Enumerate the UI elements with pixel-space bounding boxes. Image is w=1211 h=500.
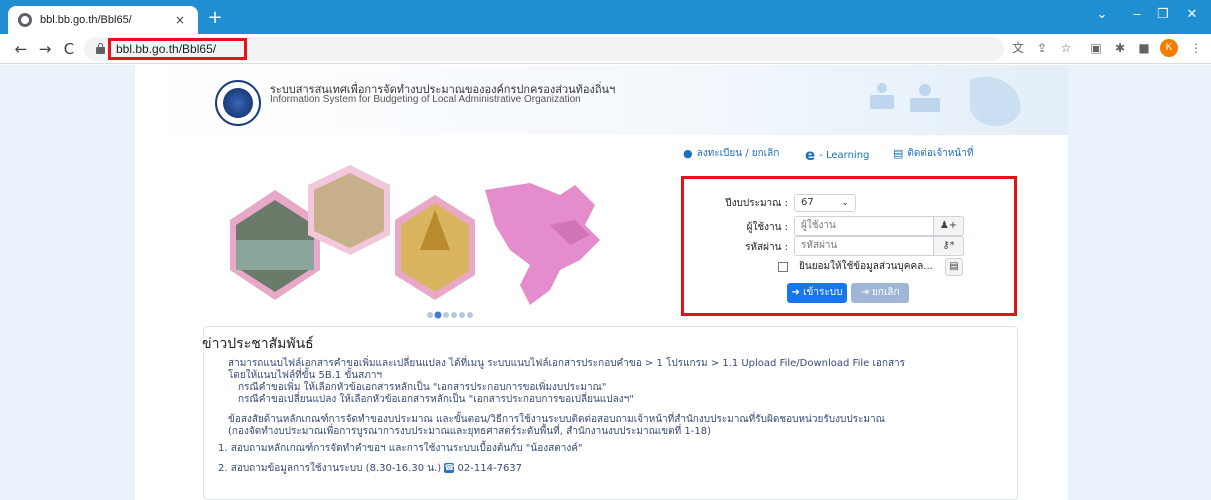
browser-tab-bar: bbl.bb.go.th/Bbl65/ × + ⌄ – ❐ ✕ <box>0 0 1211 34</box>
news-line: (กองจัดทำงบประมาณเพื่อการบูรณาการงบประมา… <box>228 426 711 437</box>
tab-search-icon[interactable]: ⌄ <box>1090 6 1114 22</box>
translate-icon[interactable]: 文 <box>1010 40 1026 56</box>
globe-icon <box>18 13 32 27</box>
browser-tab[interactable]: bbl.bb.go.th/Bbl65/ × <box>8 6 198 34</box>
sign-out-icon: ⇥ <box>860 287 869 298</box>
minimize-button[interactable]: – <box>1125 6 1149 21</box>
year-label: ปีงบประมาณ : <box>725 198 788 209</box>
key-icon: ⚷* <box>934 236 964 256</box>
username-input[interactable]: ผู้ใช้งาน <box>794 216 934 236</box>
password-input[interactable]: รหัสผ่าน <box>794 236 934 256</box>
forward-icon[interactable]: → <box>34 38 56 60</box>
news-line: กรณีคำขอเปลี่ยนแปลง ให้เลือกหัวข้อเอกสาร… <box>238 394 634 405</box>
reload-icon[interactable]: C <box>58 38 80 60</box>
profile-avatar[interactable]: K <box>1160 39 1178 57</box>
lock-icon[interactable] <box>96 43 105 54</box>
consent-label: ยินยอมให้ใช้ข้อมูลส่วนบุคคล... <box>799 261 933 272</box>
username-label: ผู้ใช้งาน : <box>746 222 788 233</box>
contact-card-icon: ▤ <box>893 147 904 160</box>
user-plus-icon: ♟+ <box>934 216 964 236</box>
url-annotation-box <box>108 38 247 60</box>
elearning-link[interactable]: e - Learning <box>805 146 869 164</box>
password-label: รหัสผ่าน : <box>745 242 788 253</box>
consent-checkbox[interactable] <box>778 262 788 272</box>
site-title-en: Information System for Budgeting of Loca… <box>270 94 581 105</box>
fiscal-year-select[interactable]: 67 ⌄ <box>794 194 856 212</box>
cancel-button[interactable]: ⇥ ยกเลิก <box>851 283 909 303</box>
sidepanel-icon[interactable]: ■ <box>1136 40 1152 56</box>
user-icon: ● <box>683 147 693 160</box>
login-button[interactable]: ➜ เข้าระบบ <box>787 283 847 303</box>
tab-close-icon[interactable]: × <box>172 13 188 27</box>
contact-link[interactable]: ▤ ติดต่อเจ้าหน้าที่ <box>893 146 973 161</box>
close-window-button[interactable]: ✕ <box>1180 6 1204 22</box>
document-icon[interactable]: ▤ <box>945 258 963 276</box>
sign-in-icon: ➜ <box>791 287 800 298</box>
menu-icon[interactable]: ⋮ <box>1188 40 1204 56</box>
register-link[interactable]: ● ลงทะเบียน / ยกเลิก <box>683 146 779 161</box>
new-tab-button[interactable]: + <box>204 8 226 28</box>
extension-icon[interactable]: ▣ <box>1088 40 1104 56</box>
news-line: 2. สอบถามข้อมูลการใช้งานระบบ (8.30-16.30… <box>218 463 523 474</box>
restore-button[interactable]: ❐ <box>1151 6 1175 22</box>
news-line: 1. สอบถามหลักเกณฑ์การจัดทำคำขอฯ และการใช… <box>218 443 583 454</box>
agency-logo <box>215 80 261 126</box>
elearning-icon: e <box>805 146 816 164</box>
share-icon[interactable]: ⇪ <box>1034 40 1050 56</box>
star-icon[interactable]: ☆ <box>1058 40 1074 56</box>
back-icon[interactable]: ← <box>10 38 32 60</box>
news-title: ข่าวประชาสัมพันธ์ <box>202 336 314 352</box>
puzzle-icon[interactable]: ✱ <box>1112 40 1128 56</box>
chevron-down-icon: ⌄ <box>841 198 849 208</box>
hero-illustration <box>230 165 600 319</box>
phone-icon: ☎ <box>444 463 455 473</box>
header-decoration <box>870 76 1021 126</box>
tab-title: bbl.bb.go.th/Bbl65/ <box>40 14 132 26</box>
